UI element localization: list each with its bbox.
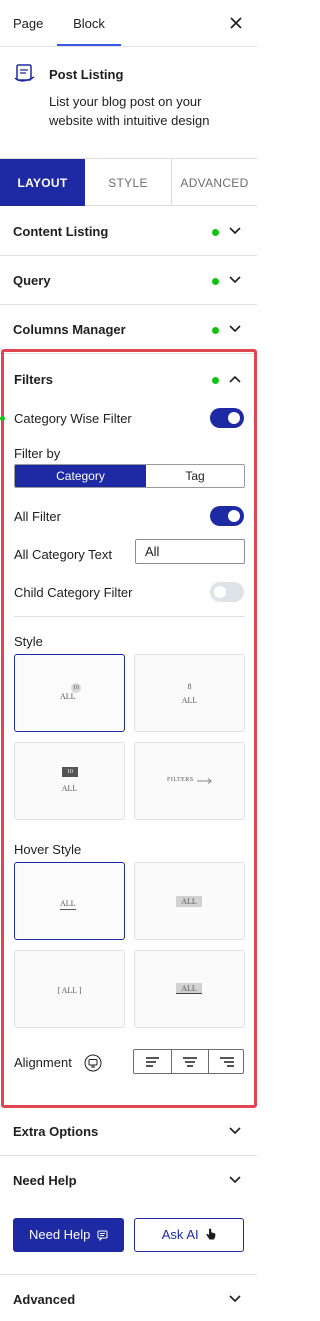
tab-style[interactable]: STYLE [85, 159, 172, 206]
all-category-text-label: All Category Text [14, 547, 113, 562]
status-dot [212, 377, 219, 384]
style-label: Style [14, 634, 43, 649]
panel-title: Query [13, 273, 51, 288]
status-dot [212, 278, 219, 285]
chevron-down-icon [229, 276, 241, 284]
align-right-icon [220, 1057, 234, 1067]
tab-layout[interactable]: LAYOUT [0, 159, 85, 206]
active-tab-indicator [57, 44, 121, 46]
panel-title: Need Help [13, 1173, 77, 1188]
post-listing-icon [14, 64, 35, 82]
chevron-down-icon [229, 325, 241, 333]
close-icon[interactable] [228, 15, 244, 31]
preview-badge: 10 [62, 767, 78, 777]
ask-ai-label: Ask AI [161, 1227, 199, 1242]
chevron-down-icon [229, 1295, 241, 1303]
chevron-down-icon [229, 1127, 241, 1135]
preview-text: ALL [176, 896, 202, 907]
style-preview: 8 ALL [135, 655, 244, 731]
status-dot [212, 229, 219, 236]
preview-text: FILTERS [167, 777, 194, 783]
panel-advanced[interactable]: Advanced [0, 1275, 257, 1321]
style-preview: ALL 10 [15, 655, 124, 731]
child-category-filter-toggle[interactable] [210, 582, 244, 602]
panel-title: Content Listing [13, 224, 109, 239]
hover-style-option-3[interactable]: [ ALL ] [14, 950, 125, 1028]
need-help-button[interactable]: Need Help [13, 1218, 124, 1252]
preview-text: ALL [61, 784, 78, 793]
panel-title: Columns Manager [13, 322, 126, 337]
status-dot [212, 327, 219, 334]
preview-number: 8 [187, 682, 192, 691]
style-option-3[interactable]: 10 ALL [14, 742, 125, 820]
align-right-button[interactable] [208, 1050, 245, 1073]
filter-by-category-option[interactable]: Category [15, 465, 146, 487]
style-preview: 10 ALL [15, 743, 124, 819]
panel-columns-manager[interactable]: Columns Manager [0, 305, 257, 354]
arrow-right-icon [197, 778, 212, 784]
hand-pointer-icon [206, 1228, 216, 1240]
preview-badge: 10 [71, 683, 81, 693]
chevron-down-icon [229, 227, 241, 235]
tab-page[interactable]: Page [13, 0, 43, 47]
ask-ai-button[interactable]: Ask AI [134, 1218, 244, 1252]
style-preview: FILTERS [135, 743, 244, 819]
hover-style-option-2[interactable]: ALL [134, 862, 245, 940]
desktop-icon[interactable] [84, 1054, 102, 1072]
hover-preview: [ ALL ] [15, 951, 124, 1027]
settings-tabs: LAYOUT STYLE ADVANCED [0, 158, 257, 206]
panel-title: Advanced [13, 1292, 76, 1307]
style-option-2[interactable]: 8 ALL [134, 654, 245, 732]
block-description: List your blog post on your website with… [49, 94, 210, 128]
align-center-button[interactable] [171, 1050, 208, 1073]
sidebar-tabs: Page Block [0, 0, 257, 47]
chevron-up-icon[interactable] [229, 374, 241, 384]
preview-text: ALL [60, 692, 76, 701]
alignment-button-group [133, 1049, 244, 1074]
style-option-4[interactable]: FILTERS [134, 742, 245, 820]
status-dot [0, 416, 5, 421]
align-left-button[interactable] [134, 1050, 171, 1073]
style-option-1[interactable]: ALL 10 [14, 654, 125, 732]
filter-by-tag-option[interactable]: Tag [146, 465, 244, 487]
align-center-icon [183, 1057, 197, 1067]
all-filter-label: All Filter [14, 509, 61, 524]
panel-query[interactable]: Query [0, 256, 257, 305]
category-wise-filter-label: Category Wise Filter [14, 411, 132, 426]
panel-need-help[interactable]: Need Help [0, 1156, 257, 1198]
preview-text: ALL [176, 983, 202, 994]
hover-preview: ALL [15, 863, 124, 939]
hover-style-option-4[interactable]: ALL [134, 950, 245, 1028]
chat-icon [97, 1230, 108, 1242]
panel-title[interactable]: Filters [14, 372, 53, 387]
panel-extra-options[interactable]: Extra Options [0, 1107, 257, 1156]
hover-preview: ALL [135, 951, 244, 1027]
tab-block[interactable]: Block [57, 0, 121, 47]
block-title: Post Listing [49, 67, 124, 82]
hover-style-label: Hover Style [14, 842, 82, 857]
all-category-text-input[interactable]: All [135, 539, 245, 564]
panel-title: Extra Options [13, 1124, 99, 1139]
category-wise-filter-toggle[interactable] [210, 408, 244, 428]
preview-text: ALL [181, 696, 198, 705]
chevron-up-icon [229, 1176, 241, 1184]
preview-text: [ ALL ] [57, 986, 82, 995]
all-filter-toggle[interactable] [210, 506, 244, 526]
panel-content-listing[interactable]: Content Listing [0, 207, 257, 256]
preview-text: ALL [60, 899, 76, 910]
tab-advanced[interactable]: ADVANCED [172, 159, 257, 206]
panel-filters: Filters Category Wise Filter Filter by C… [0, 349, 257, 1108]
hover-preview: ALL [135, 863, 244, 939]
filter-by-segmented-control: Category Tag [14, 464, 245, 488]
hover-style-option-1[interactable]: ALL [14, 862, 125, 940]
filter-by-label: Filter by [14, 446, 61, 461]
divider [14, 616, 245, 617]
alignment-label: Alignment [14, 1055, 72, 1070]
align-left-icon [146, 1057, 159, 1067]
child-category-filter-label: Child Category Filter [14, 585, 133, 600]
need-help-label: Need Help [28, 1227, 91, 1242]
